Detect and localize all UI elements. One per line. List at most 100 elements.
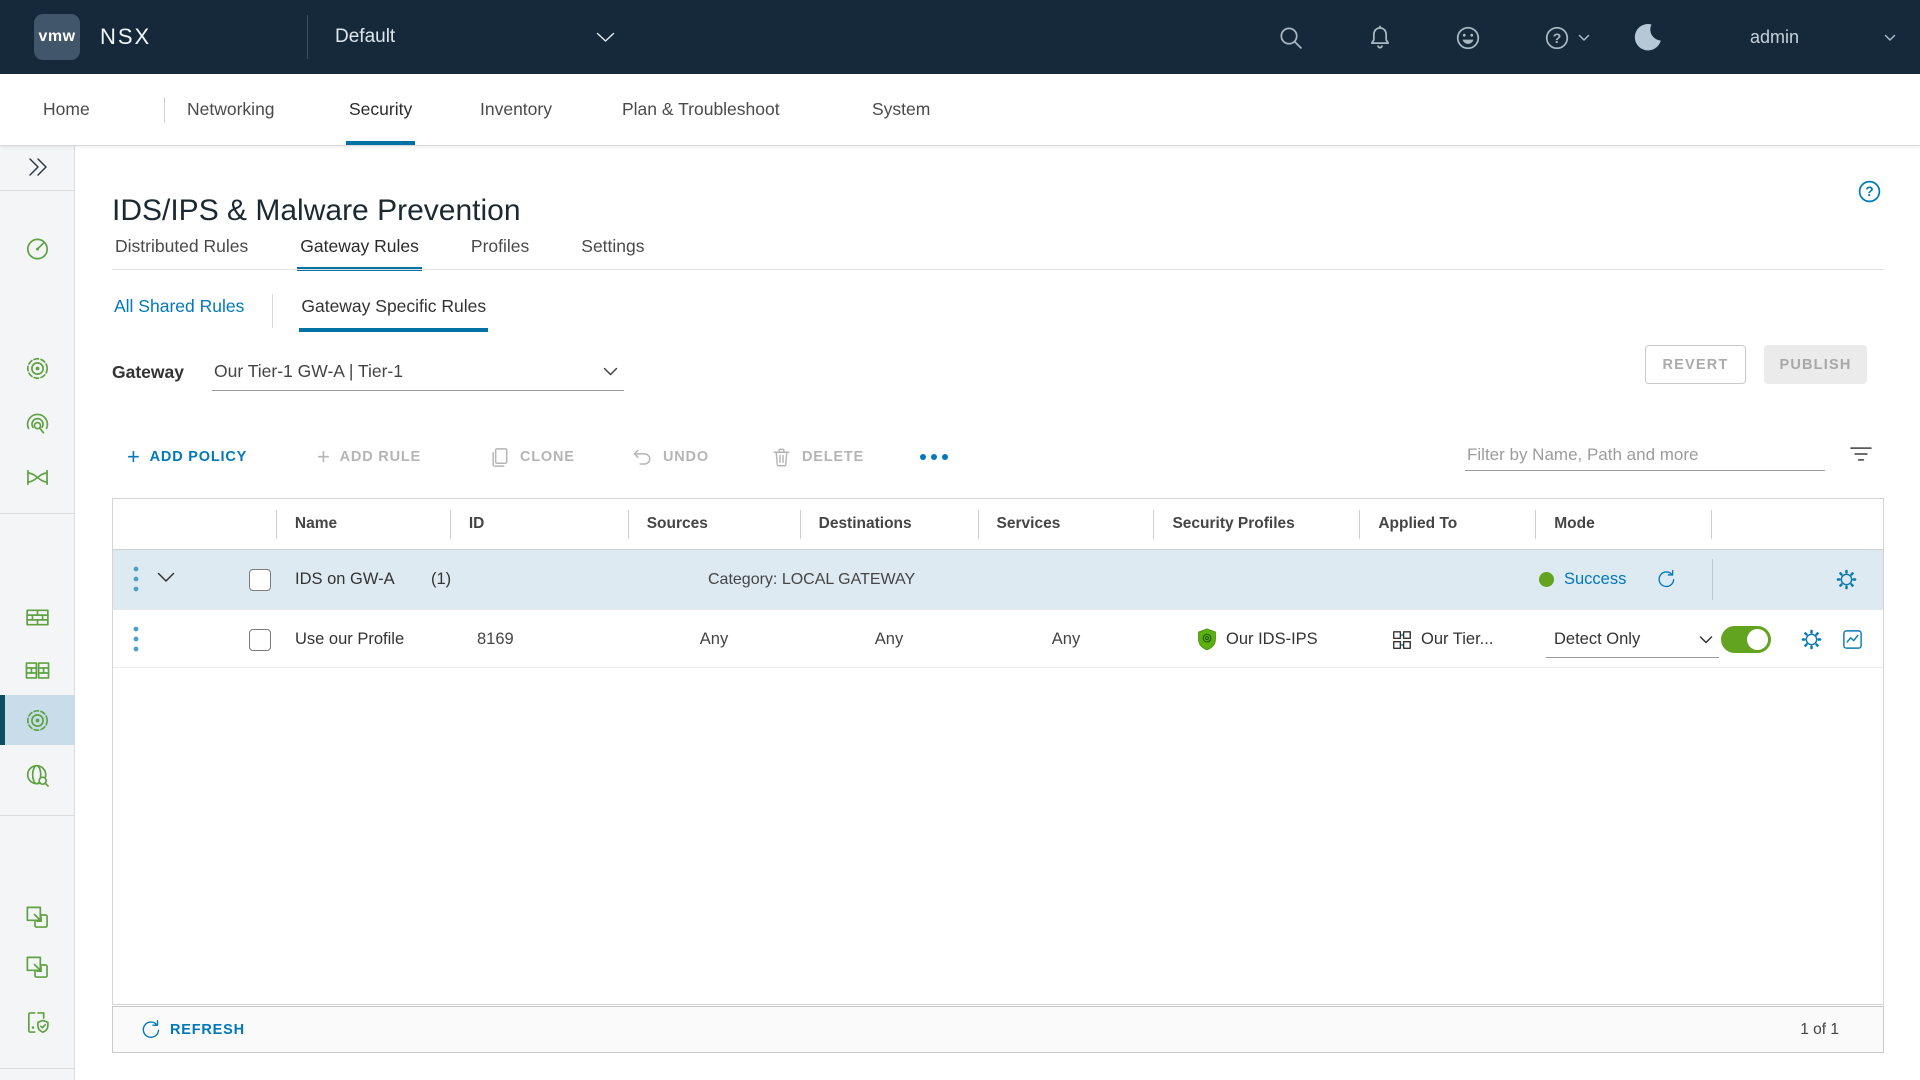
table-header-row: Name ID Sources Destinations Services Se… — [113, 499, 1883, 550]
drag-handle-icon[interactable] — [129, 564, 143, 594]
filter-icon[interactable] — [1847, 440, 1875, 468]
concentric-circles-icon — [24, 707, 51, 734]
status-refresh-icon[interactable] — [1655, 569, 1676, 590]
subtab-all-shared-rules[interactable]: All Shared Rules — [112, 292, 246, 332]
rule-applied-to[interactable]: Our Tier... — [1391, 610, 1493, 669]
filter-input[interactable] — [1465, 440, 1829, 470]
clone-button[interactable]: CLONE — [488, 438, 575, 476]
nav-item-security[interactable]: Security — [346, 74, 415, 145]
rule-destinations[interactable]: Any — [800, 610, 978, 669]
sidebar-divider — [0, 190, 75, 191]
sidebar-item-network-introspection-ns[interactable] — [0, 942, 75, 992]
status-success-dot — [1539, 572, 1554, 587]
revert-button[interactable]: REVERT — [1645, 345, 1746, 384]
add-rule-button[interactable]: + ADD RULE — [317, 438, 421, 476]
page-help-icon[interactable]: ? — [1856, 178, 1883, 205]
svg-text:?: ? — [1553, 30, 1562, 46]
column-header-services: Services — [978, 499, 1154, 549]
tab-gateway-rules[interactable]: Gateway Rules — [297, 236, 422, 271]
sidebar-item-network-introspection-ew[interactable] — [0, 892, 75, 942]
rule-services[interactable]: Any — [978, 610, 1154, 669]
security-sidebar — [0, 146, 75, 1080]
rule-sources[interactable]: Any — [628, 610, 800, 669]
policy-expander-chevron-icon[interactable] — [157, 571, 175, 585]
sidebar-item-ids-ips-malware-prevention-active[interactable] — [0, 695, 75, 745]
search-icon[interactable] — [1277, 24, 1305, 52]
sidebar-item-url-analysis[interactable] — [0, 750, 75, 800]
rule-security-profile[interactable]: Our IDS-IPS — [1196, 610, 1318, 669]
refresh-button[interactable]: REFRESH — [139, 1007, 245, 1052]
column-header-mode: Mode — [1535, 499, 1711, 549]
filter-field — [1465, 440, 1825, 471]
column-header-actions — [1711, 499, 1883, 549]
undo-button[interactable]: UNDO — [631, 438, 709, 476]
dark-mode-moon-icon[interactable] — [1632, 21, 1660, 49]
feedback-smiley-icon[interactable] — [1454, 24, 1482, 52]
sidebar-item-security-overview[interactable] — [0, 223, 75, 273]
rule-statistics-chart-icon[interactable] — [1841, 628, 1864, 651]
column-header-id: ID — [450, 499, 628, 549]
nav-item-inventory[interactable]: Inventory — [477, 74, 555, 145]
policy-rule-count: (1) — [431, 550, 451, 609]
policy-category: Category: LOCAL GATEWAY — [708, 550, 915, 609]
sidebar-expand-button[interactable] — [0, 146, 75, 188]
add-policy-label: ADD POLICY — [150, 449, 247, 465]
rule-security-profile-label: Our IDS-IPS — [1226, 630, 1318, 649]
nav-item-networking[interactable]: Networking — [184, 74, 278, 145]
product-name: NSX — [100, 0, 151, 74]
nav-item-system[interactable]: System — [869, 74, 933, 145]
undo-label: UNDO — [663, 449, 709, 465]
add-policy-button[interactable]: + ADD POLICY — [127, 438, 247, 476]
notifications-bell-icon[interactable] — [1366, 24, 1394, 52]
sidebar-divider — [0, 815, 75, 816]
topbar-divider — [307, 15, 308, 59]
sidebar-item-endpoint-protection[interactable] — [0, 997, 75, 1047]
policy-name[interactable]: IDS on GW-A — [295, 550, 395, 609]
drag-handle-icon[interactable] — [129, 624, 143, 654]
policy-status[interactable]: Success — [1564, 550, 1626, 609]
rule-name[interactable]: Use our Profile — [295, 610, 404, 669]
rule-mode-value: Detect Only — [1554, 630, 1640, 649]
rule-settings-gear-icon[interactable] — [1800, 628, 1823, 651]
gateway-select-value: Our Tier-1 GW-A | Tier-1 — [214, 361, 403, 382]
top-bar: vmw NSX Default ? admin — [0, 0, 1920, 74]
user-menu-caret-icon — [1884, 34, 1896, 42]
refresh-label: REFRESH — [170, 1022, 245, 1038]
column-header-destinations: Destinations — [800, 499, 978, 549]
traffic-split-icon — [24, 464, 51, 491]
main-nav: Home Networking Security Inventory Plan … — [0, 74, 1920, 146]
delete-button[interactable]: DELETE — [770, 438, 864, 476]
sidebar-item-gateway-firewall[interactable] — [0, 592, 75, 642]
nav-item-home[interactable]: Home — [40, 74, 93, 145]
sidebar-item-ids-ips[interactable] — [0, 343, 75, 393]
tab-distributed-rules[interactable]: Distributed Rules — [112, 236, 251, 271]
more-actions-button[interactable] — [918, 438, 950, 476]
publish-button[interactable]: PUBLISH — [1764, 345, 1867, 384]
user-menu[interactable]: admin — [1750, 0, 1799, 74]
sidebar-item-distributed-firewall[interactable] — [0, 645, 75, 695]
column-header-sources: Sources — [628, 499, 800, 549]
tab-settings[interactable]: Settings — [578, 236, 647, 271]
rule-enabled-toggle[interactable] — [1721, 626, 1771, 653]
table-footer: REFRESH 1 of 1 — [112, 1006, 1884, 1053]
policy-checkbox[interactable] — [249, 569, 271, 591]
rule-mode-select[interactable]: Detect Only — [1546, 622, 1719, 658]
sidebar-item-filtering-analysis[interactable] — [0, 452, 75, 502]
tab-profiles[interactable]: Profiles — [468, 236, 532, 271]
rules-toolbar: + ADD POLICY + ADD RULE CLONE UNDO DELET… — [75, 438, 1920, 476]
page-title: IDS/IPS & Malware Prevention — [112, 194, 521, 228]
subtab-divider — [272, 294, 273, 328]
gateway-label: Gateway — [112, 362, 212, 383]
project-selector[interactable]: Default — [335, 0, 615, 74]
vmware-logo: vmw — [34, 14, 80, 60]
subtab-gateway-specific-rules[interactable]: Gateway Specific Rules — [299, 292, 488, 332]
sidebar-item-suspicious-traffic[interactable] — [0, 399, 75, 449]
policy-settings-gear-icon[interactable] — [1835, 568, 1858, 591]
nav-item-plan-troubleshoot[interactable]: Plan & Troubleshoot — [619, 74, 783, 145]
rule-checkbox[interactable] — [249, 629, 271, 651]
service-insertion-icon — [24, 954, 51, 981]
gateway-select[interactable]: Our Tier-1 GW-A | Tier-1 — [212, 354, 624, 391]
group-grid-icon — [1391, 629, 1413, 651]
clone-label: CLONE — [520, 449, 575, 465]
help-icon[interactable]: ? — [1543, 24, 1571, 52]
